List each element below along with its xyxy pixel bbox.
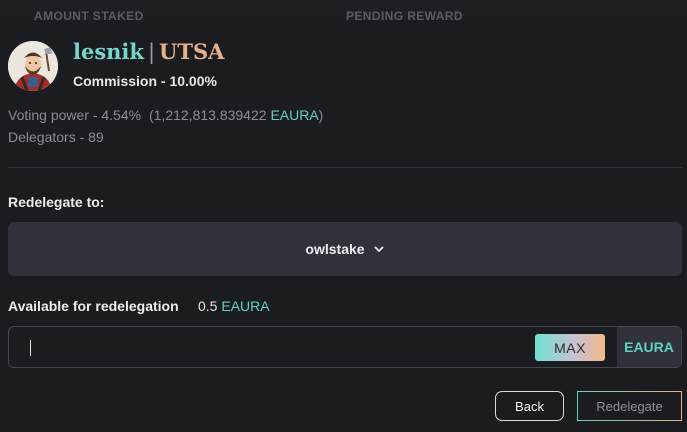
voting-power: Voting power - 4.54% (1,212,813.839422 E… — [8, 107, 323, 123]
amount-input[interactable] — [21, 333, 525, 363]
redelegate-button[interactable]: Redelegate — [577, 391, 682, 421]
voting-power-close: ) — [318, 107, 324, 123]
text-cursor — [30, 340, 31, 356]
max-button[interactable]: MAX — [535, 334, 605, 361]
validator-select-dropdown[interactable]: owlstake — [8, 222, 682, 276]
background-table-header: AMOUNT STAKED PENDING REWARD — [0, 0, 687, 23]
amount-unit: EAURA — [617, 327, 681, 367]
validator-tag: UTSA — [159, 39, 225, 64]
validator-name: lesnik | UTSA — [73, 39, 224, 64]
validator-moniker: lesnik — [73, 39, 144, 64]
validator-name-separator: | — [147, 40, 156, 64]
chevron-down-icon — [374, 246, 383, 252]
delegators-count: Delegators - 89 — [8, 129, 104, 145]
voting-power-label: Voting power - 4.54% — [8, 107, 142, 123]
available-for-redelegation-label: Available for redelegation — [8, 298, 179, 314]
redelegate-modal: lesnik | UTSA Commission - 10.00% Voting p… — [0, 20, 687, 432]
back-button[interactable]: Back — [495, 391, 564, 421]
section-divider — [8, 167, 682, 168]
lumberjack-avatar-icon — [8, 41, 58, 91]
validator-avatar — [8, 41, 58, 91]
available-amount-value: 0.5 — [198, 298, 218, 314]
amount-input-group: MAX EAURA — [8, 326, 682, 368]
validator-commission: Commission - 10.00% — [73, 73, 217, 89]
selected-validator: owlstake — [305, 241, 365, 257]
redelegate-to-label: Redelegate to: — [8, 194, 105, 210]
voting-power-amount: (1,212,813.839422 — [148, 107, 267, 123]
available-amount: 0.5 EAURA — [198, 298, 270, 314]
available-amount-denom: EAURA — [221, 298, 270, 314]
voting-power-denom: EAURA — [270, 107, 319, 123]
